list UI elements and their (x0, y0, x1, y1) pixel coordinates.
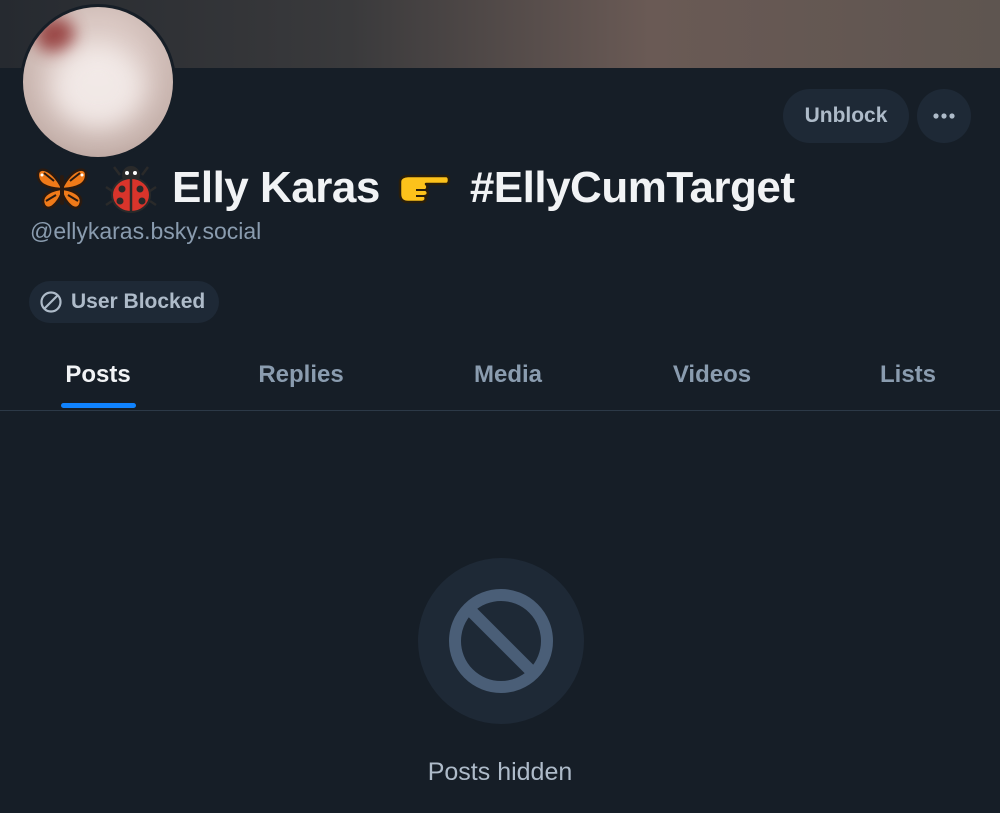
ellipsis-icon (933, 113, 955, 119)
display-name: Elly Karas #EllyCumTarget (34, 158, 795, 218)
empty-state-message: Posts hidden (427, 758, 573, 786)
handle: @ellykaras.bsky.social (30, 218, 262, 244)
tab-media[interactable]: Media (448, 340, 568, 410)
ladybug-icon (104, 161, 158, 215)
blocked-icon (40, 291, 62, 313)
more-options-button[interactable] (917, 89, 971, 143)
status-badge-label: User Blocked (71, 290, 206, 313)
display-name-text: Elly Karas (172, 163, 380, 212)
tab-posts[interactable]: Posts (38, 340, 158, 410)
pointing-right-icon (396, 168, 452, 208)
profile-tabs: Posts Replies Media Videos Lists (0, 340, 1000, 411)
avatar[interactable] (20, 4, 176, 160)
hashtag-text[interactable]: #EllyCumTarget (470, 163, 795, 213)
butterfly-icon (34, 163, 90, 213)
active-tab-indicator (61, 403, 136, 408)
tab-replies[interactable]: Replies (236, 340, 366, 410)
tab-videos[interactable]: Videos (650, 340, 774, 410)
status-badge: User Blocked (29, 281, 220, 323)
tab-lists[interactable]: Lists (860, 340, 956, 410)
empty-state-icon-container (418, 558, 584, 724)
unblock-button[interactable]: Unblock (783, 89, 909, 143)
blocked-icon (449, 589, 553, 693)
